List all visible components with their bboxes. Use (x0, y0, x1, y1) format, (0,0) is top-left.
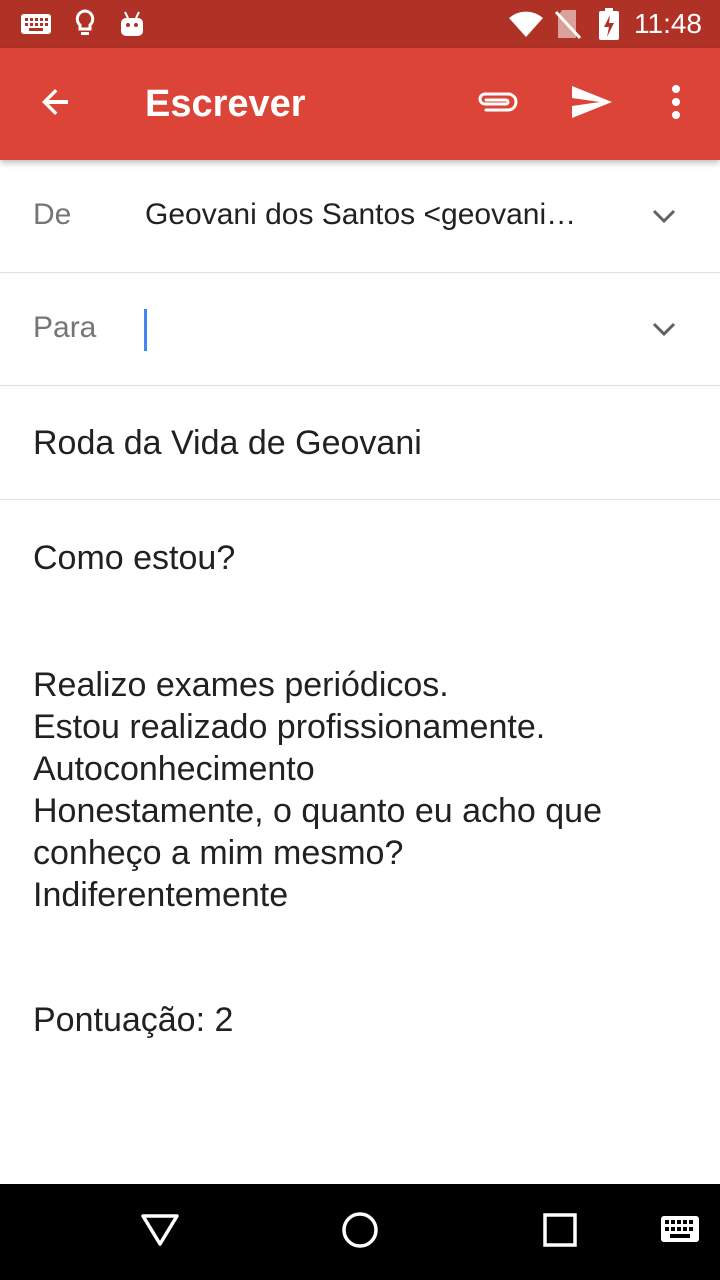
nav-home-button[interactable] (330, 1208, 390, 1256)
chevron-down-icon[interactable] (648, 200, 680, 232)
home-circle-icon (340, 1210, 380, 1255)
more-options-button[interactable] (648, 76, 704, 132)
android-icon (118, 8, 146, 40)
keyboard-icon (20, 8, 52, 40)
status-time: 11:48 (634, 8, 702, 39)
toolbar-title: Escrever (145, 83, 306, 125)
body-paragraph[interactable]: Realizo exames periódicos. Estou realiza… (33, 664, 602, 916)
keyboard-icon (660, 1215, 700, 1250)
lightbulb-icon (74, 8, 96, 40)
text-cursor (144, 309, 147, 351)
send-icon (570, 84, 614, 125)
body-line-heading[interactable]: Como estou? (33, 537, 235, 579)
navigation-bar (0, 1184, 720, 1280)
from-account-value: Geovani dos Santos <geovani… (145, 198, 577, 231)
recents-square-icon (542, 1212, 578, 1253)
body-score[interactable]: Pontuação: 2 (33, 999, 233, 1041)
wifi-icon (508, 8, 544, 40)
to-label: Para (33, 311, 97, 344)
more-vert-icon (670, 84, 682, 125)
nav-back-button[interactable] (130, 1208, 190, 1256)
nav-keyboard-button[interactable] (650, 1208, 710, 1256)
back-arrow-icon (38, 84, 74, 125)
send-button[interactable] (564, 76, 620, 132)
attach-button[interactable] (468, 76, 524, 132)
back-button[interactable] (28, 76, 84, 132)
no-sim-icon (554, 8, 582, 40)
from-label: De (33, 198, 72, 231)
to-row: Para (0, 273, 720, 386)
battery-charging-icon (598, 8, 620, 40)
back-triangle-icon (140, 1212, 180, 1253)
status-bar: 11:48 (0, 0, 720, 48)
attach-icon (474, 90, 518, 119)
nav-recents-button[interactable] (530, 1208, 590, 1256)
app-toolbar: Escrever (0, 48, 720, 160)
subject-input[interactable]: Roda da Vida de Geovani (33, 424, 422, 463)
chevron-down-icon[interactable] (648, 313, 680, 345)
from-row[interactable]: De Geovani dos Santos <geovani… (0, 160, 720, 273)
